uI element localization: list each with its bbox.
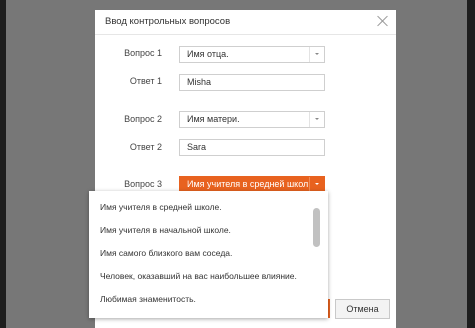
dropdown-scrollbar[interactable]: [313, 208, 320, 247]
question-3-label: Вопрос 3: [124, 179, 162, 189]
answer-1-input[interactable]: Misha: [179, 74, 325, 91]
title-divider: [95, 34, 396, 35]
close-icon[interactable]: [376, 14, 390, 28]
question-1-select[interactable]: Имя отца.: [179, 46, 325, 63]
dialog-title: Ввод контрольных вопросов: [105, 16, 231, 27]
cancel-button[interactable]: Отмена: [335, 299, 390, 319]
chevron-down-icon[interactable]: [309, 112, 324, 127]
question-3-dropdown-list: Имя учителя в средней школе. Имя учителя…: [89, 191, 328, 318]
question-2-value: Имя матери.: [187, 114, 240, 124]
chevron-down-icon[interactable]: [309, 177, 324, 192]
chevron-down-icon[interactable]: [309, 47, 324, 62]
question-2-label: Вопрос 2: [124, 114, 162, 124]
dropdown-option[interactable]: Имя учителя в начальной школе.: [100, 225, 231, 235]
dropdown-option[interactable]: Человек, оказавший на вас наибольшее вли…: [100, 271, 297, 281]
question-1-label: Вопрос 1: [124, 48, 162, 58]
dropdown-option[interactable]: Любимая знаменитость.: [100, 294, 196, 304]
answer-1-label: Ответ 1: [129, 76, 162, 86]
dropdown-option[interactable]: Имя самого близкого вам соседа.: [100, 248, 232, 258]
dropdown-option[interactable]: Имя учителя в средней школе.: [100, 202, 222, 212]
question-1-value: Имя отца.: [187, 49, 229, 59]
answer-2-input[interactable]: Sara: [179, 139, 325, 156]
question-3-value: Имя учителя в средней школ: [187, 179, 309, 189]
screen-frame-right: [467, 0, 475, 328]
answer-2-label: Ответ 2: [129, 142, 162, 152]
question-2-select[interactable]: Имя матери.: [179, 111, 325, 128]
